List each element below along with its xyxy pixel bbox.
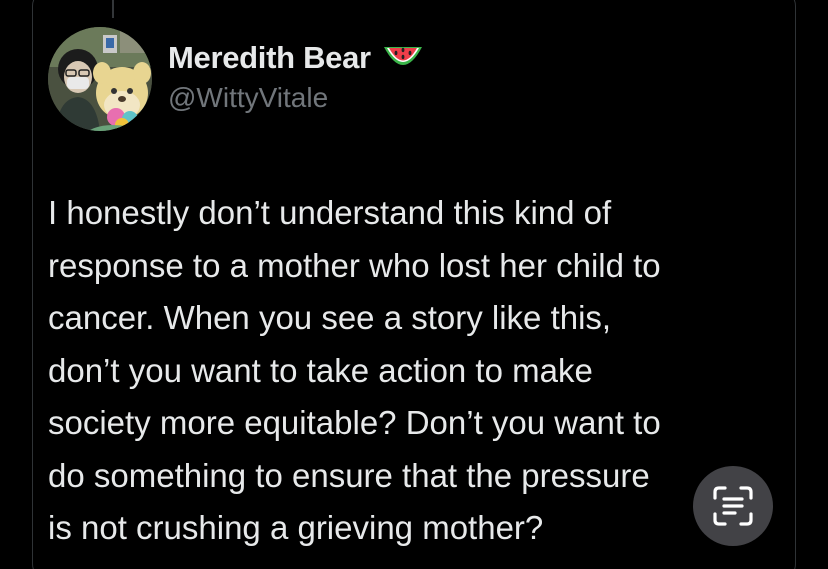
tweet-text-line: is not crushing a grieving mother? bbox=[48, 509, 544, 546]
tweet-text: I honestly don’t understand this kind of… bbox=[48, 187, 796, 555]
author-name[interactable]: Meredith Bear bbox=[168, 40, 371, 76]
live-text-icon bbox=[713, 486, 753, 526]
author-name-row[interactable]: Meredith Bear bbox=[168, 36, 425, 80]
tweet-text-line: don’t you want to take action to make bbox=[48, 351, 593, 389]
avatar-photo bbox=[48, 27, 152, 131]
avatar[interactable] bbox=[48, 27, 152, 131]
watermelon-icon bbox=[381, 43, 425, 73]
tweet-text-line: society more equitable? Don’t you want t… bbox=[48, 404, 661, 441]
tweet-text-line: do something to ensure that the pressure bbox=[48, 456, 650, 494]
live-text-button[interactable] bbox=[693, 466, 773, 546]
tweet-header: Meredith Bear @WittyVitale bbox=[168, 36, 425, 114]
tweet-text-line: cancer. When you see a story like this, bbox=[48, 299, 612, 336]
tweet-text-line: I honestly don’t understand this kind of bbox=[48, 194, 612, 231]
author-handle[interactable]: @WittyVitale bbox=[168, 82, 425, 114]
thread-connector-line bbox=[112, 0, 114, 18]
screenshot: Meredith Bear @WittyVitale I honestly do… bbox=[0, 0, 828, 569]
tweet-text-line: response to a mother who lost her child … bbox=[48, 246, 661, 284]
